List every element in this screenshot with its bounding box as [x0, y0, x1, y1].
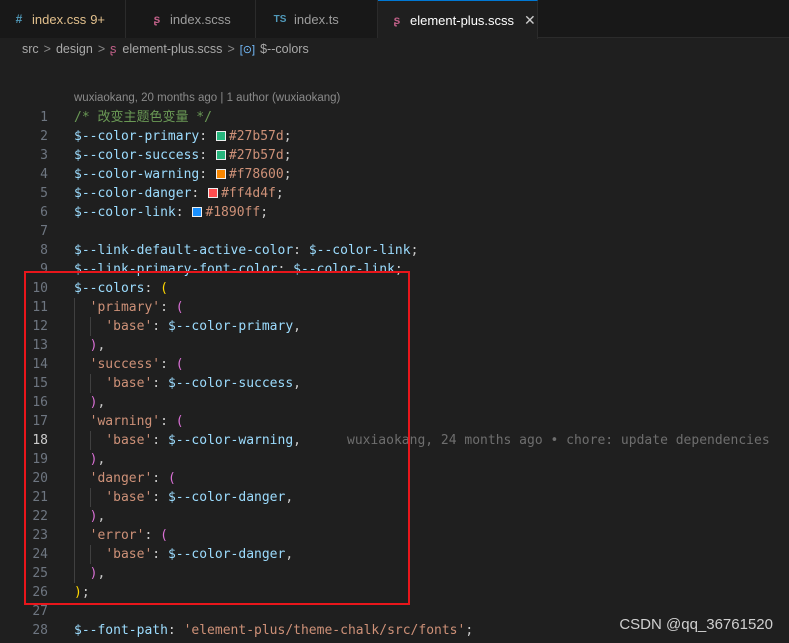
problems-badge: 9+ [90, 11, 106, 27]
tab-label: element-plus.scss [410, 12, 515, 28]
code-text: $--color-danger: #ff4d4f; [74, 184, 284, 203]
close-icon[interactable]: ✕ [524, 12, 536, 29]
code-text: $--color-primary: #27b57d; [74, 127, 292, 146]
code-line[interactable]: 3 $--color-success: #27b57d; [0, 146, 789, 165]
code-token: $--color-link [308, 243, 411, 258]
code-token: ; [260, 205, 269, 220]
code-line[interactable]: 4 $--color-warning: #f78600; [0, 165, 789, 184]
code-token: #f78600 [228, 167, 284, 182]
code-text: $--font-path: 'element-plus/theme-chalk/… [74, 621, 473, 640]
color-swatch[interactable] [215, 169, 226, 179]
sass-file-icon: ʂ [110, 42, 117, 56]
line-number: 4 [40, 167, 48, 182]
code-token: : [199, 129, 215, 144]
code-token: $--color-primary [74, 129, 200, 144]
breadcrumb-item-src[interactable]: src [22, 42, 39, 56]
line-number: 6 [40, 205, 48, 220]
code-token: $--link-default-active-color [74, 243, 294, 258]
inline-git-blame: wuxiaokang, 24 months ago • chore: updat… [347, 433, 770, 448]
variable-symbol-icon: [⊙] [239, 43, 256, 56]
code-token: ; [275, 186, 284, 201]
code-line[interactable]: 7 [0, 222, 789, 241]
code-text: $--color-success: #27b57d; [74, 146, 292, 165]
tab-label: index.ts [294, 11, 339, 27]
line-number: 28 [32, 623, 48, 638]
chevron-right-icon: > [97, 42, 106, 56]
css-file-icon: # [15, 12, 23, 26]
breadcrumb-item-file[interactable]: element-plus.scss [122, 42, 222, 56]
breadcrumb: src > design > ʂ element-plus.scss > [⊙]… [0, 38, 789, 60]
chevron-right-icon: > [227, 42, 235, 56]
code-line[interactable]: 6 $--color-link: #1890ff; [0, 203, 789, 222]
line-number: 8 [40, 243, 48, 258]
line-number: 2 [40, 129, 48, 144]
sass-file-icon: ʂ [393, 13, 401, 27]
code-token: ; [283, 167, 292, 182]
code-text: $--link-default-active-color: $--color-l… [74, 241, 418, 260]
code-line[interactable]: 2 $--color-primary: #27b57d; [0, 127, 789, 146]
tab-index-css[interactable]: # index.css 9+ [0, 0, 126, 38]
code-token: : [293, 243, 309, 258]
breadcrumb-item-design[interactable]: design [56, 42, 93, 56]
code-text: $--color-warning: #f78600; [74, 165, 292, 184]
watermark: CSDN @qq_36761520 [619, 616, 773, 633]
code-token: $--color-link [74, 205, 176, 220]
color-swatch[interactable] [215, 131, 226, 141]
code-token: ; [283, 148, 292, 163]
code-token: $--color-danger [74, 186, 192, 201]
code-token: /* 改变主题色变量 */ [74, 110, 212, 125]
git-blame-header[interactable]: wuxiaokang, 20 months ago | 1 author (wu… [74, 92, 340, 104]
code-token: : [199, 167, 215, 182]
code-token: #ff4d4f [221, 186, 276, 201]
chevron-right-icon: > [43, 42, 51, 56]
code-token: $--color-warning [74, 167, 200, 182]
code-token: ; [283, 129, 292, 144]
code-token: : [199, 148, 215, 163]
code-token: ; [465, 623, 474, 638]
code-token: 'element-plus/theme-chalk/src/fonts' [183, 623, 466, 638]
code-text: /* 改变主题色变量 */ [74, 108, 212, 127]
code-token: : [175, 205, 192, 220]
tab-index-scss[interactable]: ʂ index.scss [126, 0, 256, 38]
color-swatch[interactable] [208, 188, 219, 198]
highlight-annotation-box [24, 271, 410, 605]
code-token: ; [410, 243, 419, 258]
code-token: #27b57d [228, 129, 284, 144]
line-number: 5 [40, 186, 48, 201]
color-swatch[interactable] [192, 207, 203, 217]
color-swatch[interactable] [215, 150, 226, 160]
code-token: #27b57d [228, 148, 284, 163]
code-token: #1890ff [205, 205, 261, 220]
code-line[interactable]: 5 $--color-danger: #ff4d4f; [0, 184, 789, 203]
line-number: 3 [40, 148, 48, 163]
tab-label: index.css [32, 11, 87, 27]
code-line[interactable]: 1 /* 改变主题色变量 */ [0, 108, 789, 127]
code-token: $--font-path [74, 623, 168, 638]
line-number: 1 [40, 110, 48, 125]
tab-label: index.scss [170, 11, 231, 27]
code-token: : [167, 623, 184, 638]
sass-file-icon: ʂ [153, 12, 161, 26]
line-number: 7 [40, 224, 48, 239]
code-text: $--color-link: #1890ff; [74, 203, 268, 222]
code-token: $--color-success [74, 148, 200, 163]
breadcrumb-item-symbol[interactable]: $--colors [260, 42, 309, 56]
tab-index-ts[interactable]: TS index.ts [256, 0, 378, 38]
code-token: : [191, 186, 208, 201]
tab-element-plus-scss[interactable]: ʂ element-plus.scss ✕ [378, 0, 538, 39]
editor-tab-bar: # index.css 9+ ʂ index.scss TS index.ts … [0, 0, 789, 39]
code-line[interactable]: 8 $--link-default-active-color: $--color-… [0, 241, 789, 260]
typescript-file-icon: TS [273, 13, 287, 25]
